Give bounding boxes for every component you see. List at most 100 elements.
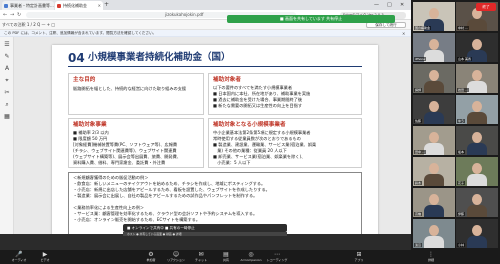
participant-body — [467, 143, 487, 155]
participant-name: 小林 — [457, 243, 466, 247]
participant-face — [429, 194, 439, 205]
participant-tile[interactable]: 山本 美香 — [456, 33, 498, 62]
participant-tile[interactable]: 坂本 — [456, 126, 498, 155]
participant-name: 高橋 — [414, 212, 423, 216]
pdf-tools-sidebar: ☰ ✎ A ⌖ ✂ ⌕ ▦ — [0, 37, 14, 234]
participant-face — [429, 225, 439, 236]
toolbar-label: アプリ — [354, 258, 364, 262]
section-number: 04 — [68, 51, 85, 65]
participant-tile[interactable]: 伊藤 — [456, 188, 498, 217]
card-heading: 補助対象となる小規模事業者 — [213, 122, 286, 128]
forward-icon[interactable]: → — [10, 10, 14, 20]
participant-name: 坂本 — [457, 150, 466, 154]
participant-face — [429, 70, 439, 81]
scissors-icon[interactable]: ✂ — [3, 89, 11, 97]
ai-companion-button[interactable]: ◎ AI Companion — [240, 250, 262, 264]
reaction-icon: ☺ — [172, 251, 180, 258]
participant-name: 中村 ... — [457, 26, 469, 30]
participant-face — [429, 163, 439, 174]
participant-face — [472, 39, 482, 50]
participant-tile[interactable]: 岩田 ... — [456, 64, 498, 93]
screen-share-banner[interactable]: ■ 画面を共有しています 共有停止 — [227, 15, 395, 23]
pdf-page: 04 小規模事業者持続化補助金（国） 主な目的 販路開拓を幅とした、持続的な経営… — [52, 45, 378, 234]
participant-body — [467, 19, 487, 31]
small-business-card: 補助対象となる小規模事業者 中小企業基本法第2条第5項に規定する小規模事業者 常… — [208, 118, 362, 168]
tab-close-icon[interactable]: ✕ — [98, 1, 101, 10]
participants-button[interactable]: ⚙ 参加者 — [140, 250, 162, 264]
toolbar-label: 詳細 — [427, 258, 434, 262]
video-button[interactable]: ▶ ビデオ — [34, 250, 56, 264]
participant-tile[interactable]: 高橋 — [413, 188, 455, 217]
meeting-toolbar: 🎤 オーディオ ▶ ビデオ ⚙ 参加者 ☺ リアクション ✉ チャット ▤ 共有 ◎ AI Compani… — [0, 250, 500, 264]
participant-name: 岩田 ... — [457, 88, 469, 92]
purpose-card: 主な目的 販路開拓を幅とした、持続的な経営に向けた取り組みの支援 — [68, 73, 204, 115]
participant-body — [467, 236, 487, 248]
share-icon: ▤ — [223, 251, 229, 258]
participant-tile[interactable]: 佐藤 — [413, 95, 455, 124]
participant-body — [424, 81, 444, 93]
participant-name: ゆう — [457, 119, 466, 123]
share-control-label[interactable]: ■ オンラインで共有中 ■ 共有の一時停止 — [127, 224, 195, 232]
share-control-bar[interactable]: ■ オンラインで共有中 ■ 共有の一時停止 — [123, 224, 287, 232]
reload-icon[interactable]: ↻ — [17, 10, 21, 20]
browser-tab-strip: 事業者・特定計画書等... 持続化補助金 ✕ + — □ ✕ — [0, 0, 411, 10]
browser-tab-active[interactable]: 持続化補助金 ✕ — [55, 1, 103, 10]
close-window-icon[interactable]: ✕ — [400, 0, 404, 10]
apps-icon: ⊞ — [356, 251, 362, 258]
participant-face — [472, 101, 482, 112]
minimize-icon[interactable]: — — [374, 0, 379, 10]
participant-body — [424, 143, 444, 155]
card-heading: 補助対象者 — [213, 77, 241, 83]
participant-face — [429, 39, 439, 50]
card-heading: 補助対象事業 — [73, 122, 107, 128]
reactions-button[interactable]: ☺ リアクション — [165, 250, 187, 264]
new-tab-button[interactable]: + — [104, 0, 109, 10]
participant-name: 花子 — [457, 181, 466, 185]
participant-tile[interactable]: 花子 — [456, 157, 498, 186]
text-tool-icon[interactable]: A — [3, 65, 11, 73]
participant-tile[interactable]: 国の補助金 — [413, 2, 455, 31]
participant-face — [472, 225, 482, 236]
chat-icon: ✉ — [198, 251, 204, 258]
more-button[interactable]: ⋮ 詳細 — [420, 250, 442, 264]
record-button[interactable]: ⋯ レコーディング — [266, 250, 288, 264]
chat-button[interactable]: ✉ チャット — [190, 250, 212, 264]
search-icon[interactable]: ⌕ — [3, 101, 11, 109]
participant-name: 佐藤 — [414, 119, 423, 123]
back-icon[interactable]: ← — [3, 10, 7, 20]
participant-tile[interactable]: ゆう — [456, 95, 498, 124]
thumbnail-icon[interactable]: ▦ — [3, 113, 11, 121]
browser-tab[interactable]: 事業者・特定計画書等... — [2, 1, 54, 10]
example-line: ・製造業：展示会に出展し、自社の製品をアピールするための試作品やパンフレットを制… — [73, 193, 258, 198]
pdf-toolbar-controls[interactable]: すべての注釈 1 / 2 Q — + □ — [2, 20, 55, 30]
microphone-icon: 🎤 — [15, 251, 23, 258]
menu-icon[interactable]: ☰ — [3, 41, 11, 49]
participant-tile[interactable]: 小林 — [456, 219, 498, 248]
pen-icon[interactable]: ✎ — [3, 53, 11, 61]
more-icon: ⋮ — [428, 251, 434, 258]
participant-body — [424, 205, 444, 217]
pointer-icon[interactable]: ⌖ — [3, 77, 11, 85]
participant-tile[interactable]: 田中 ... — [413, 126, 455, 155]
pdf-viewport[interactable]: 04 小規模事業者持続化補助金（国） 主な目的 販路開拓を幅とした、持続的な経営… — [14, 37, 411, 234]
title-divider — [68, 66, 362, 67]
toolbar-label: ビデオ — [40, 258, 50, 262]
card-line: 小売業：5 人以下 — [213, 160, 251, 165]
participant-name: 伊藤 — [457, 212, 466, 216]
participant-tile[interactable]: 講師 — [413, 64, 455, 93]
maximize-icon[interactable]: □ — [387, 0, 392, 10]
people-icon: ⚙ — [148, 251, 154, 258]
share-control-subbar[interactable]: ホスト ● 共有している画面 ● 録画 ● 詳細 — [123, 232, 287, 236]
end-meeting-button[interactable]: 終了 — [476, 3, 496, 11]
info-close-icon[interactable]: ✕ — [402, 30, 405, 37]
audio-button[interactable]: 🎤 オーディオ — [8, 250, 30, 264]
participant-gallery: 国の補助金 中村 ... iPhone 山本 美香 講師 岩田 ... 佐藤 ゆう 田中 ...… — [411, 0, 500, 250]
apps-button[interactable]: ⊞ アプリ — [348, 250, 370, 264]
companion-icon: ◎ — [248, 251, 254, 258]
participant-tile[interactable]: iPhone — [413, 33, 455, 62]
share-button[interactable]: ▤ 共有 — [215, 250, 237, 264]
participant-tile[interactable]: 渡辺 — [413, 219, 455, 248]
participant-name: iPhone — [414, 57, 427, 61]
participant-face — [472, 194, 482, 205]
participant-tile[interactable]: 鈴木 — [413, 157, 455, 186]
